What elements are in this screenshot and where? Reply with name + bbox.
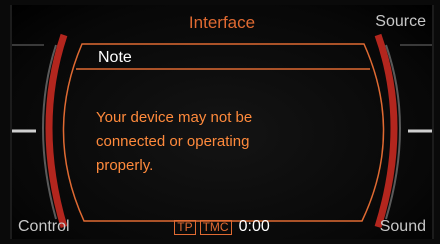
status-bar: TP TMC 0:00 [12, 218, 432, 236]
message-line: connected or operating [96, 133, 250, 150]
message-line: properly. [96, 157, 154, 174]
mmi-screen: Interface Source Control Sound Note Your… [10, 5, 434, 239]
tmc-badge: TMC [199, 219, 232, 235]
source-softkey[interactable]: Source [375, 13, 426, 31]
tp-badge: TP [174, 219, 196, 235]
screen-title: Interface [188, 13, 256, 32]
dialog-message: Your device may not be connected or oper… [96, 106, 346, 178]
dialog-title: Note [98, 49, 132, 66]
message-line: Your device may not be [96, 109, 253, 126]
clock: 0:00 [238, 218, 270, 235]
